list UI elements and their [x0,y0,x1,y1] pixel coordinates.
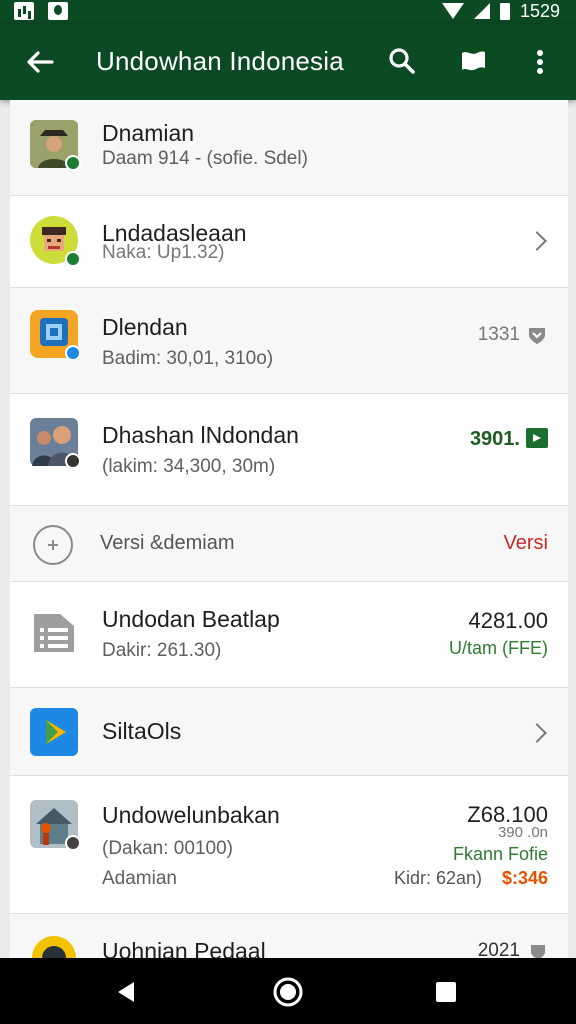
item-subtitle: Badim: 30,01, 310o) [102,348,274,369]
item-subtitle: Dakir: 261.30) [102,640,222,661]
item-subtitle: Daam 914 - (sofie. Sdel) [102,148,308,169]
add-circle-icon[interactable] [32,524,74,566]
signal-icon [473,3,490,19]
more-vert-icon[interactable] [522,44,558,80]
circle-logo-icon [32,936,76,958]
item-status: Fkann Fofie [452,844,548,864]
status-badge [65,453,81,469]
play-store-icon [30,708,78,756]
app-bar: Undowhan Indonesia [0,24,576,100]
back-nav-icon[interactable] [108,974,144,1010]
flag-badge-icon [526,428,548,448]
item-note: Kidr: 62an) [393,868,482,888]
item-list: Dnamian Daam 914 - (sofie. Sdel) Lndadas… [10,100,568,958]
list-item[interactable]: Dlendan Badim: 30,01, 310o) 1331 [10,288,568,394]
item-title: Undowelunbakan [102,802,280,828]
chevron-right-icon[interactable] [527,231,547,251]
item-title: Undodan Beatlap [102,606,280,632]
item-price-label: U/tam (FFE) [449,638,548,659]
chart-notification-icon [14,2,34,20]
document-icon [34,614,74,652]
item-value: 1331 [477,324,520,345]
item-action[interactable]: Versi [504,532,548,555]
item-price: $:346 [501,868,548,888]
item-title: Dlendan [102,314,188,340]
status-badge [65,155,81,171]
chevron-right-icon[interactable] [527,723,547,743]
avatar [30,216,81,267]
list-item[interactable]: Undodan Beatlap Dakir: 261.30) 4281.00 U… [10,582,568,688]
avatar [30,310,81,361]
flag-icon[interactable] [455,44,491,80]
list-item[interactable]: Uohnian Pedaal 2021 [10,914,568,958]
page-title: Undowhan Indonesia [96,46,344,76]
status-badge [65,835,81,851]
notification-icon [48,2,68,20]
item-subvalue: 390 .0n [497,824,548,841]
list-item[interactable]: Undowelunbakan (Dakan: 00100) Adamian Z6… [10,776,568,914]
item-value: 3901. [469,428,520,450]
list-item[interactable]: Dhashan lNdondan (lakim: 34,300, 30m) 39… [10,394,568,506]
list-item[interactable]: Lndadasleaan Naka: Up1.32) [10,196,568,288]
item-title: Versi &demiam [100,532,235,554]
item-value: 4281.00 [468,608,548,633]
status-time: 1529 [519,0,560,21]
item-subtitle: Naka: Up1.32) [102,242,225,263]
list-item[interactable]: Dnamian Daam 914 - (sofie. Sdel) [10,100,568,196]
price-unit: U/tam (FFE) [449,638,548,658]
item-title: Uohnian Pedaal [102,938,266,958]
status-badge [65,251,81,267]
system-nav-bar [0,958,576,1024]
list-item[interactable]: Versi &demiam Versi [10,506,568,582]
item-title: Dnamian [102,120,195,146]
recents-nav-icon[interactable] [428,974,464,1010]
battery-icon [499,2,510,20]
item-subtitle: (lakim: 34,300, 30m) [102,456,276,477]
item-title: Dhashan lNdondan [102,422,299,448]
heart-shield-icon[interactable] [528,942,548,958]
item-meta: Adamian [102,868,177,889]
avatar [30,608,78,656]
avatar [30,120,81,171]
back-arrow-icon[interactable] [22,44,58,80]
search-icon[interactable] [384,44,420,80]
item-subtitle: (Dakan: 00100) [102,838,233,859]
home-nav-icon[interactable] [270,974,306,1010]
item-title: SiltaOls [102,718,182,744]
list-item[interactable]: SiltaOls [10,688,568,776]
status-bar: 1529 [0,0,576,24]
verified-badge-icon [65,345,81,361]
wifi-icon [441,3,464,19]
avatar [30,418,81,469]
avatar [30,800,81,851]
item-value: 2021 [477,940,520,958]
heart-shield-icon[interactable] [526,324,548,346]
